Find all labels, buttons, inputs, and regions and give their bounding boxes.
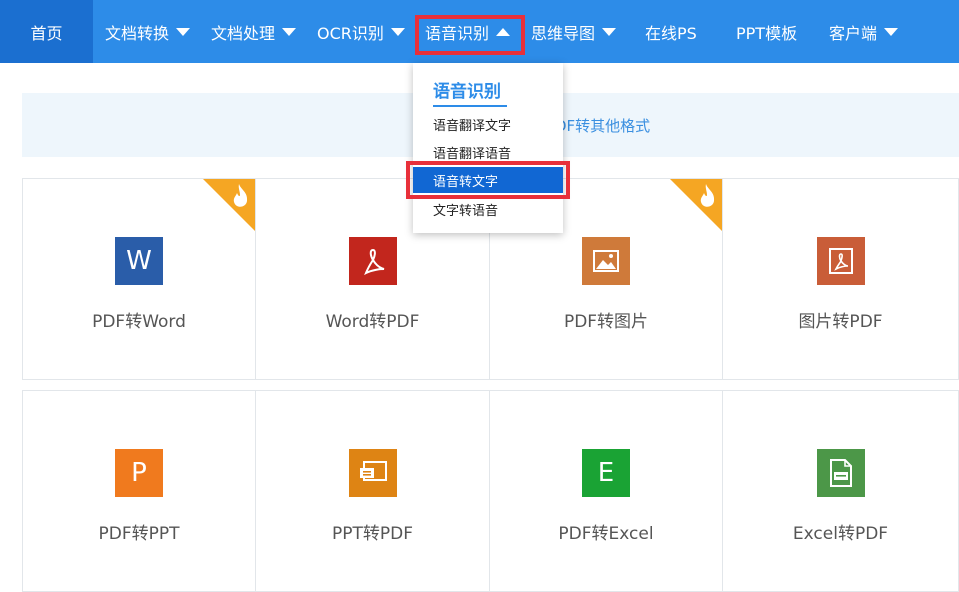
word-icon: W <box>115 237 163 285</box>
chevron-down-icon <box>176 27 191 36</box>
tool-label: Word转PDF <box>325 312 420 332</box>
nav-client-label: 客户端 <box>829 23 878 43</box>
info-strip-link[interactable]: DF转其他格式 <box>555 115 650 136</box>
hot-fire-icon <box>203 179 255 231</box>
nav-ocr-label: OCR识别 <box>317 23 384 43</box>
nav-mind-map-label: 思维导图 <box>531 23 596 43</box>
hot-fire-icon <box>670 179 722 231</box>
tool-label: PDF转PPT <box>98 524 180 544</box>
dropdown-item-speech-translate-speech[interactable]: 语音翻译语音 <box>433 143 511 162</box>
nav-home-label: 首页 <box>30 23 63 43</box>
dropdown-highlight-box <box>406 161 570 199</box>
tool-ppt-to-pdf[interactable]: PPT转PDF <box>256 391 490 591</box>
nav-ppt-template[interactable]: PPT模板 <box>736 0 797 63</box>
ppt-icon: P <box>115 449 163 497</box>
excel-pdf-icon <box>816 449 865 497</box>
chevron-down-icon <box>282 27 297 36</box>
tools-grid-row-2: P PDF转PPT PPT转PDF E PDF转Excel Excel转PDF <box>22 390 959 592</box>
tool-image-to-pdf[interactable]: 图片转PDF <box>723 179 958 379</box>
pdf-icon <box>348 237 397 285</box>
tool-label: PPT转PDF <box>331 524 413 544</box>
chevron-down-icon <box>602 27 617 36</box>
dropdown-item-speech-translate-text[interactable]: 语音翻译文字 <box>433 115 511 134</box>
nav-online-ps-label: 在线PS <box>645 23 697 43</box>
nav-highlight-box <box>415 15 525 55</box>
tool-excel-to-pdf[interactable]: Excel转PDF <box>723 391 958 591</box>
tool-label: PDF转Word <box>92 312 186 332</box>
ppt-glyph: P <box>131 458 147 488</box>
tool-label: 图片转PDF <box>798 312 883 332</box>
dropdown-title-underline <box>433 105 507 107</box>
ppt-pdf-icon <box>348 449 397 497</box>
tool-label: PDF转图片 <box>563 312 649 332</box>
nav-client[interactable]: 客户端 <box>829 0 899 63</box>
nav-doc-process[interactable]: 文档处理 <box>211 0 297 63</box>
chevron-down-icon <box>390 27 405 36</box>
pdf-icon <box>816 237 865 285</box>
excel-icon: E <box>582 449 630 497</box>
nav-ppt-template-label: PPT模板 <box>736 23 798 43</box>
speech-recognition-dropdown: 语音识别 语音翻译文字 语音翻译语音 语音转文字 文字转语音 <box>413 63 563 233</box>
top-nav-bar: 首页 文档转换 文档处理 OCR识别 语音识别 思维导图 在线PS PPT模板 … <box>0 0 959 63</box>
nav-doc-convert-label: 文档转换 <box>105 23 170 43</box>
tool-label: Excel转PDF <box>792 524 889 544</box>
tool-pdf-to-word[interactable]: W PDF转Word <box>23 179 256 379</box>
nav-mind-map[interactable]: 思维导图 <box>531 0 617 63</box>
chevron-down-icon <box>884 27 899 36</box>
word-glyph: W <box>126 246 152 276</box>
nav-ocr[interactable]: OCR识别 <box>317 0 405 63</box>
tool-pdf-to-excel[interactable]: E PDF转Excel <box>490 391 723 591</box>
tool-pdf-to-ppt[interactable]: P PDF转PPT <box>23 391 256 591</box>
dropdown-title: 语音识别 <box>433 82 501 102</box>
tool-label: PDF转Excel <box>558 524 654 544</box>
nav-doc-convert[interactable]: 文档转换 <box>105 0 191 63</box>
image-icon <box>582 237 630 285</box>
nav-online-ps[interactable]: 在线PS <box>645 0 697 63</box>
nav-home[interactable]: 首页 <box>0 0 93 63</box>
excel-glyph: E <box>597 458 615 488</box>
nav-doc-process-label: 文档处理 <box>211 23 276 43</box>
dropdown-item-text-to-speech[interactable]: 文字转语音 <box>433 200 498 219</box>
